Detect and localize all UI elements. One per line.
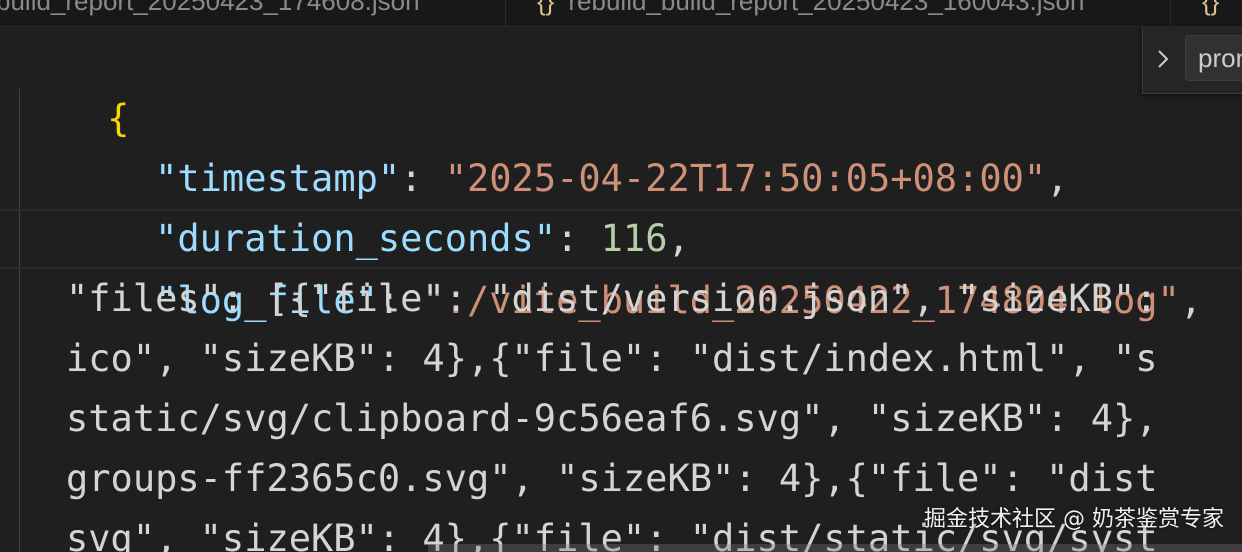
chevron-right-icon[interactable] [1157, 49, 1169, 69]
tab-label: rebuild_build_report_20250423_160043.jso… [568, 0, 1085, 16]
json-braces-icon: {} [537, 0, 555, 16]
watermark: 掘金技术社区 @ 奶茶鉴赏专家 [924, 507, 1224, 532]
find-widget: prom [1142, 27, 1242, 94]
tab-partial[interactable]: {} [1172, 0, 1242, 26]
code-line: { [0, 29, 1242, 140]
editor-tab-bar: build_report_20250423_174608.json {} rebu… [0, 0, 1242, 27]
tab-rebuild-build-report[interactable]: {} rebuild_build_report_20250423_160043.j… [507, 0, 1171, 26]
code-line: "timestamp": "2025-04-22T17:50:05+08:00"… [0, 89, 1242, 200]
find-input[interactable]: prom [1185, 35, 1242, 81]
code-editor[interactable]: { "timestamp": "2025-04-22T17:50:05+08:0… [0, 27, 1242, 552]
code-line-wrapped: ico", "sizeKB": 4},{"file": "dist/index.… [66, 337, 1158, 380]
code-line-wrapped: static/svg/clipboard-9c56eaf6.svg", "siz… [66, 397, 1158, 440]
tab-label: build_report_20250423_174608.json [0, 0, 420, 16]
code-line-wrapped: "files": [{"file": "dist/version.json", … [66, 277, 1180, 320]
horizontal-scrollbar[interactable] [428, 544, 1242, 552]
tab-build-report[interactable]: build_report_20250423_174608.json [0, 0, 506, 26]
json-braces-icon: {} [1202, 0, 1220, 16]
code-line-current: "log_file": "./vite_build_20250422_17480… [0, 209, 1242, 322]
code-line: "duration_seconds": 116, [0, 149, 1242, 260]
